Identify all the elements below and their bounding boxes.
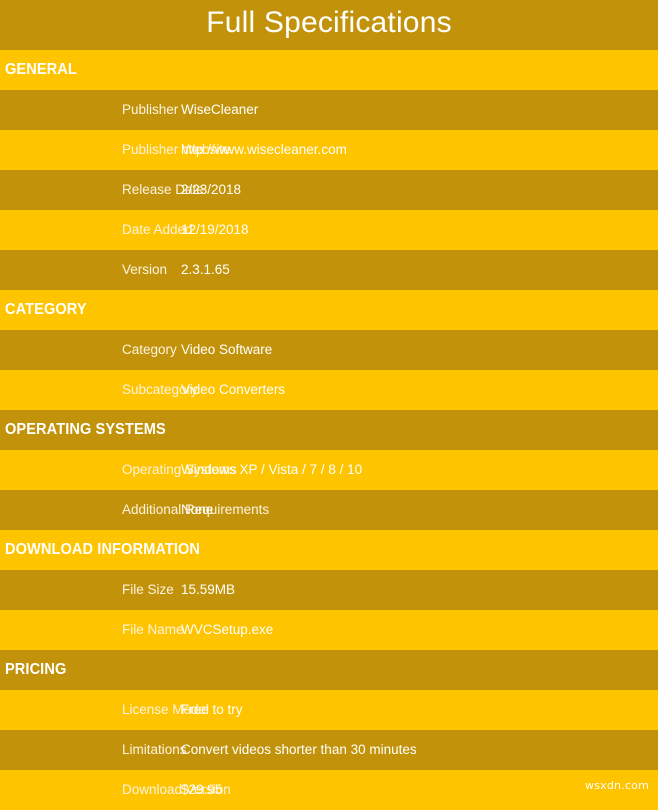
spec-value: Video Converters xyxy=(181,382,286,398)
section-header-category: CATEGORY xyxy=(0,290,658,330)
section-header-general: GENERAL xyxy=(0,50,658,90)
spec-value: 2.3.1.65 xyxy=(181,262,230,278)
section-heading-label: CATEGORY xyxy=(5,301,87,319)
spec-row: Release Date 2/23/2018 xyxy=(0,170,658,210)
spec-value: Convert videos shorter than 30 minutes xyxy=(181,742,417,758)
spec-row: File Size 15.59MB xyxy=(0,570,658,610)
spec-label: License Model xyxy=(122,702,210,718)
spec-row: Additional Requirements None xyxy=(0,490,658,530)
spec-row: Version 2.3.1.65 xyxy=(0,250,658,290)
spec-row: Date Added 12/19/2018 xyxy=(0,210,658,250)
full-specifications-panel: Full Specifications GENERAL Publisher Wise… xyxy=(0,0,658,810)
spec-label: Publisher Website xyxy=(122,142,231,158)
spec-label: Version xyxy=(122,262,168,278)
spec-row: Publisher Website http://www.wisecleaner.… xyxy=(0,130,658,170)
spec-label: Release Date xyxy=(122,182,204,198)
section-header-pricing: PRICING xyxy=(0,650,658,690)
spec-value: 2/23/2018 xyxy=(181,182,242,198)
spec-row: Category Video Software xyxy=(0,330,658,370)
spec-label: Download Version xyxy=(122,782,231,798)
spec-value-link[interactable]: http://www.wisecleaner.com xyxy=(181,143,658,157)
spec-value: 15.59MB xyxy=(181,582,236,598)
section-heading-label: OPERATING SYSTEMS xyxy=(5,421,166,439)
spec-label: Operating Systems xyxy=(122,462,237,478)
spec-label: File Name xyxy=(122,622,184,638)
page-title-bar: Full Specifications xyxy=(0,0,658,50)
spec-value: Free to try xyxy=(181,702,243,718)
spec-value: WVCSetup.exe xyxy=(181,622,274,638)
spec-label: Subcategory xyxy=(122,382,198,398)
spec-row: Download Version $29.95 xyxy=(0,770,658,810)
spec-value: WiseCleaner xyxy=(181,102,259,118)
spec-value: Video Software xyxy=(181,342,273,358)
spec-label: Category xyxy=(122,342,177,358)
spec-label: Date Added xyxy=(122,222,193,238)
spec-row: Subcategory Video Converters xyxy=(0,370,658,410)
spec-row: License Model Free to try xyxy=(0,690,658,730)
section-heading-label: GENERAL xyxy=(5,61,77,79)
spec-sections: GENERAL Publisher WiseCleaner Publisher Web… xyxy=(0,50,658,810)
site-watermark: wsxdn.com xyxy=(585,779,649,792)
spec-row: File Name WVCSetup.exe xyxy=(0,610,658,650)
spec-row: Publisher WiseCleaner xyxy=(0,90,658,130)
spec-label: File Size xyxy=(122,582,174,598)
spec-label: Additional Requirements xyxy=(122,502,270,518)
spec-value: Windows XP / Vista / 7 / 8 / 10 xyxy=(181,462,363,478)
spec-row: Operating Systems Windows XP / Vista / 7 … xyxy=(0,450,658,490)
section-heading-label: PRICING xyxy=(5,661,67,679)
spec-row: Limitations Convert videos shorter than 3… xyxy=(0,730,658,770)
spec-value: None xyxy=(181,502,214,518)
spec-label: Limitations xyxy=(122,742,187,758)
spec-label: Publisher xyxy=(122,102,179,118)
section-header-download-information: DOWNLOAD INFORMATION xyxy=(0,530,658,570)
section-header-operating-systems: OPERATING SYSTEMS xyxy=(0,410,658,450)
page-title: Full Specifications xyxy=(206,6,452,39)
section-heading-label: DOWNLOAD INFORMATION xyxy=(5,541,201,559)
spec-value: 12/19/2018 xyxy=(181,222,249,238)
